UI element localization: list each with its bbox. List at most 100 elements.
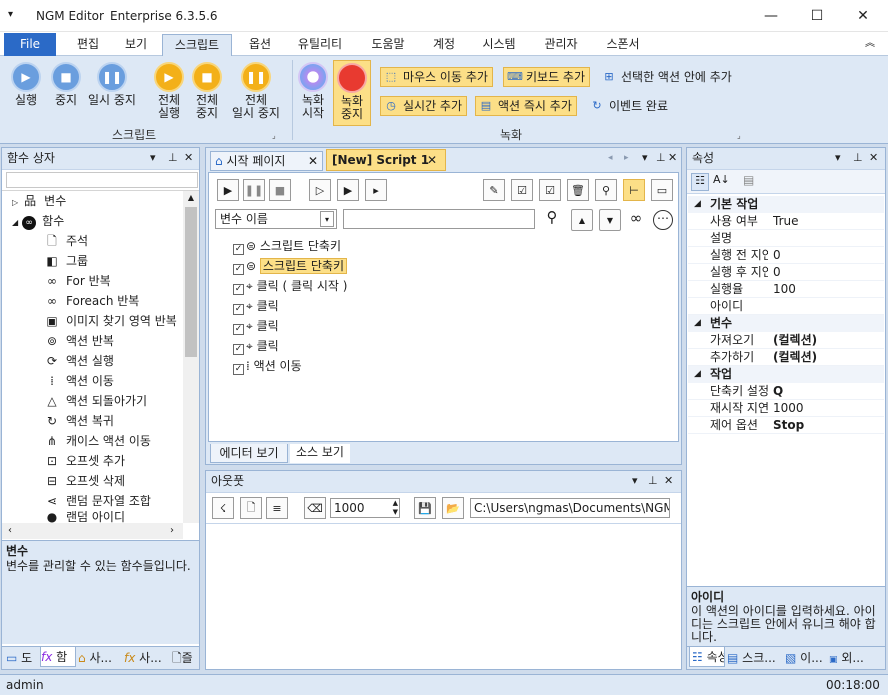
tree-item-group[interactable]: ◧ 그룹: [44, 251, 88, 271]
tab-start-page[interactable]: ⌂ 시작 페이지 ✕: [210, 151, 323, 171]
tab-admin[interactable]: 관리자: [534, 34, 588, 56]
stop-all-button[interactable]: ■ 전체 중지: [188, 62, 226, 120]
tab-external[interactable]: ▣ 외...: [829, 648, 883, 668]
close-button[interactable]: ✕: [840, 0, 886, 32]
filter-search-input[interactable]: [343, 209, 535, 229]
property-row[interactable]: 추가하기 (컬렉션): [688, 349, 884, 366]
monitor-icon[interactable]: ▭: [651, 179, 673, 201]
tab-view[interactable]: 보기: [114, 34, 158, 56]
record-start-button[interactable]: 녹화 시작: [296, 62, 330, 120]
stop-icon[interactable]: ■: [269, 179, 291, 201]
maximize-button[interactable]: ☐: [794, 0, 840, 32]
group-launcher-icon[interactable]: ⌟: [737, 131, 741, 140]
property-row[interactable]: 가져오기 (컬렉션): [688, 332, 884, 349]
tab-script-1[interactable]: [New] Script 1 ✕: [326, 149, 446, 171]
tab-user-functions[interactable]: fx 사...: [124, 648, 168, 668]
count-stepper[interactable]: 1000 ▲ ▼: [330, 498, 400, 518]
tab-help[interactable]: 도움말: [362, 34, 414, 56]
scroll-right-icon[interactable]: ›: [170, 523, 174, 539]
panel-close-icon[interactable]: ✕: [869, 148, 878, 168]
property-row[interactable]: 사용 여부 True: [688, 213, 884, 230]
sort-alpha-icon[interactable]: A↓: [713, 173, 730, 186]
category-work[interactable]: ◢ 작업: [688, 366, 884, 383]
property-row[interactable]: 실행 후 지연 0: [688, 264, 884, 281]
property-row[interactable]: 단축키 설정 Q: [688, 383, 884, 400]
tree-item-for-loop[interactable]: ∞ For 반복: [44, 271, 111, 291]
move-up-icon[interactable]: ▲: [571, 209, 593, 231]
property-row[interactable]: 설명: [688, 230, 884, 247]
new-file-icon[interactable]: 🗋: [240, 497, 262, 519]
tree-item-action-return[interactable]: ↻ 액션 복귀: [44, 411, 114, 431]
minimize-button[interactable]: —: [748, 0, 794, 32]
script-line[interactable]: ✓ ⌖ 클릭: [233, 337, 279, 355]
list-icon[interactable]: ≡: [266, 497, 288, 519]
add-inside-action-button[interactable]: ⊞ 선택한 액션 안에 추가: [598, 67, 737, 87]
panel-close-icon[interactable]: ✕: [184, 148, 193, 168]
tab-utility[interactable]: 유틸리티: [290, 34, 350, 56]
tree-item-random-string[interactable]: ⋖ 랜덤 문자열 조합: [44, 491, 151, 511]
tab-script[interactable]: 스크립트: [162, 34, 232, 56]
tab-list-icon[interactable]: ▾: [642, 151, 648, 164]
check-icon[interactable]: ☑: [539, 179, 561, 201]
pin-icon[interactable]: ⊥: [168, 148, 178, 168]
checkbox[interactable]: ✓: [233, 324, 244, 335]
filter-select[interactable]: 변수 이름 ▾: [215, 209, 337, 229]
event-complete-button[interactable]: ↻ 이벤트 완료: [586, 96, 673, 116]
tree-item-offset-add[interactable]: ⊡ 오프셋 추가: [44, 451, 125, 471]
tree-item-case-action-move[interactable]: ⋔ 캐이스 액션 이동: [44, 431, 151, 451]
tree-item-image-search-loop[interactable]: ▣ 이미지 찾기 영역 반복: [44, 311, 176, 331]
add-keyboard-button[interactable]: ⌨ 키보드 추가: [503, 67, 591, 87]
edit-icon[interactable]: ✎: [483, 179, 505, 201]
play-icon[interactable]: ▶: [217, 179, 239, 201]
tree-item-action-repeat[interactable]: ⊚ 액션 반복: [44, 331, 114, 351]
eraser-icon[interactable]: ⌫: [304, 497, 326, 519]
tree-item-offset-delete[interactable]: ⊟ 오프셋 삭제: [44, 471, 125, 491]
tree-root-functions[interactable]: ◢ ∞ 함수: [12, 211, 64, 231]
run-all-button[interactable]: ▶ 전체 실행: [150, 62, 188, 120]
scroll-thumb[interactable]: [185, 207, 197, 357]
chevron-down-icon[interactable]: ▾: [320, 211, 334, 227]
checkbox[interactable]: ✓: [233, 244, 244, 255]
tree-item-action-back[interactable]: △ 액션 되돌아가기: [44, 391, 147, 411]
tree-item-action-run[interactable]: ⟳ 액션 실행: [44, 351, 114, 371]
add-realtime-button[interactable]: ◷ 실시간 추가: [380, 96, 468, 116]
panel-close-icon[interactable]: ✕: [664, 471, 673, 491]
script-line[interactable]: ✓ ⌖ 클릭: [233, 297, 279, 315]
pin-icon[interactable]: ⊥: [656, 151, 666, 164]
tree-item-foreach-loop[interactable]: ∞ Foreach 반복: [44, 291, 139, 311]
tab-images[interactable]: ▧ 이...: [785, 648, 825, 668]
tab-functions[interactable]: fx 함: [40, 647, 76, 667]
property-row[interactable]: 실행 전 지연 0: [688, 247, 884, 264]
tab-close-icon[interactable]: ✕: [427, 150, 437, 170]
script-line[interactable]: ✓ ⌖ 클릭: [233, 317, 279, 335]
tree-root-variables[interactable]: ▷ 品 변수: [12, 191, 66, 211]
search-icon[interactable]: ⚲: [541, 208, 563, 230]
editor-close-icon[interactable]: ✕: [668, 151, 677, 164]
tab-close-icon[interactable]: ✕: [308, 152, 318, 170]
panel-menu-icon[interactable]: ▾: [835, 148, 841, 168]
checkbox[interactable]: ✓: [233, 284, 244, 295]
tab-script-list[interactable]: ▤ 스크...: [727, 648, 781, 668]
checkbox[interactable]: ✓: [233, 304, 244, 315]
output-path-field[interactable]: C:\Users\ngmas\Documents\NGM6\: [470, 498, 670, 518]
tab-source-view[interactable]: 소스 보기: [290, 444, 350, 463]
tab-prev-icon[interactable]: ◂: [608, 153, 613, 163]
tab-sponsor[interactable]: 스폰서: [598, 34, 648, 56]
tree-scrollbar[interactable]: ▲: [183, 191, 199, 523]
tab-edit[interactable]: 편집: [66, 34, 110, 56]
property-row[interactable]: 재시작 지연 1000: [688, 400, 884, 417]
step-icon[interactable]: ▷: [309, 179, 331, 201]
checkbox[interactable]: ✓: [233, 364, 244, 375]
tab-account[interactable]: 계정: [424, 34, 464, 56]
search-icon[interactable]: ⚲: [595, 179, 617, 201]
add-mouse-move-button[interactable]: ⬚ 마우스 이동 추가: [380, 67, 493, 87]
tree-view-icon[interactable]: ⊢: [623, 179, 645, 201]
tree-hscrollbar[interactable]: ‹ ›: [2, 523, 183, 539]
pin-icon[interactable]: ⊥: [853, 148, 863, 168]
property-row[interactable]: 제어 옵션 Stop: [688, 417, 884, 434]
script-line[interactable]: ✓ ⁞ 액션 이동: [233, 357, 302, 375]
save-icon[interactable]: 💾: [414, 497, 436, 519]
run-from-icon[interactable]: ▶: [337, 179, 359, 201]
function-search-input[interactable]: [6, 172, 198, 188]
tab-next-icon[interactable]: ▸: [624, 153, 629, 163]
